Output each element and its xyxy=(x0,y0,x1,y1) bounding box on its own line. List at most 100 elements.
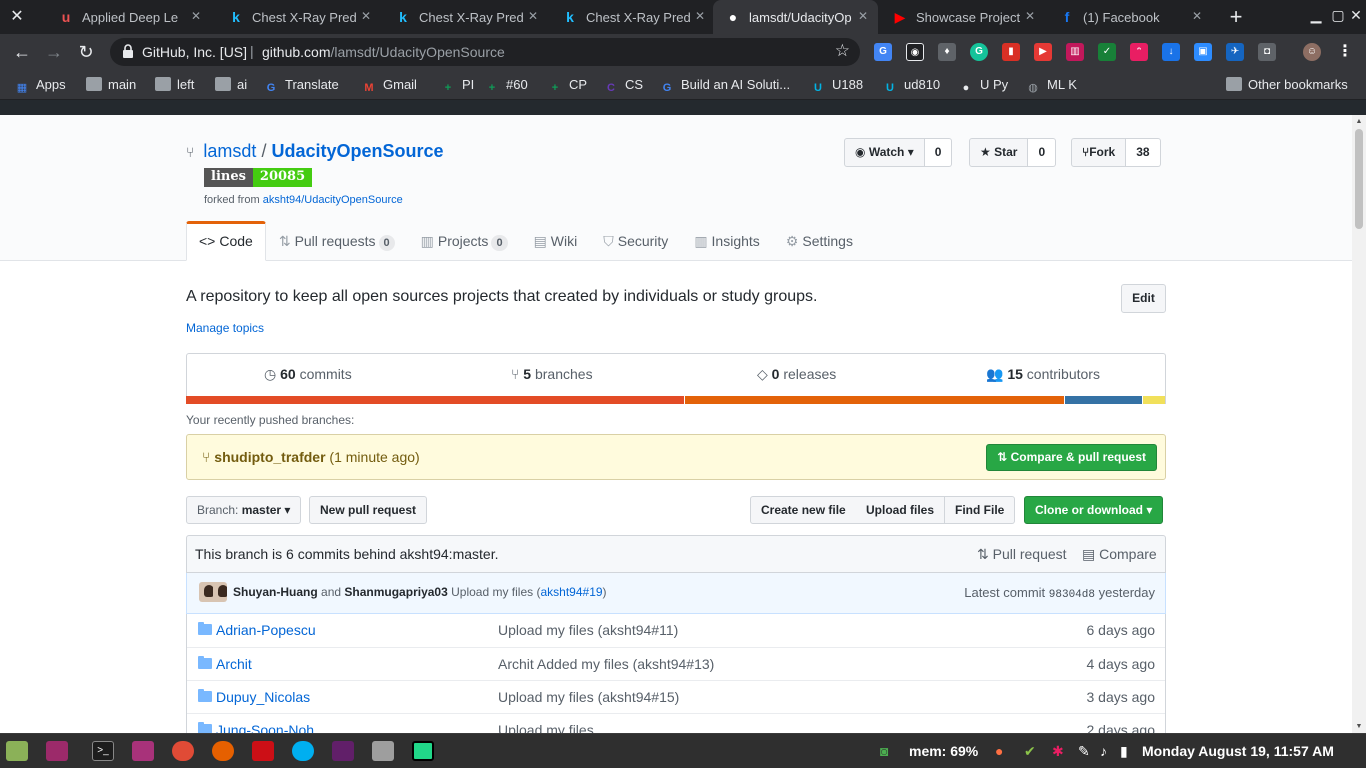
scrollbar-thumb[interactable] xyxy=(1355,129,1363,229)
clone-download-button[interactable]: Clone or download ▾ xyxy=(1024,496,1164,524)
fork-button[interactable]: ⑂Fork xyxy=(1071,138,1127,167)
repo-name-link[interactable]: UdacityOpenSource xyxy=(271,141,443,161)
commit-message-link[interactable]: Upload my files xyxy=(498,722,594,733)
mint-menu-icon[interactable] xyxy=(6,741,28,761)
browser-tab[interactable]: u Applied Deep Le ✕ xyxy=(46,0,211,34)
update-tray-icon[interactable]: ◙ xyxy=(880,743,888,759)
grammarly-icon[interactable]: G xyxy=(970,43,988,61)
commit-message-link[interactable]: Upload my files (aksht94#15) xyxy=(498,689,679,705)
screenshot-extension-icon[interactable]: ◘ xyxy=(1258,43,1276,61)
forked-from-link[interactable]: aksht94/UdacityOpenSource xyxy=(263,194,403,206)
browser-tab[interactable]: f (1) Facebook ✕ xyxy=(1047,0,1212,34)
close-tab-icon[interactable]: ✕ xyxy=(1025,9,1035,23)
files-icon[interactable] xyxy=(132,741,154,761)
file-name-link[interactable]: Archit xyxy=(216,656,252,672)
browser-tab[interactable]: k Chest X-Ray Pred ✕ xyxy=(216,0,381,34)
tab-insights[interactable]: ▥ Insights xyxy=(681,221,772,261)
bookmark-item[interactable]: U U188 xyxy=(810,77,863,94)
maximize-icon[interactable]: ▢ xyxy=(1328,7,1348,24)
avatar[interactable] xyxy=(213,582,227,602)
close-tab-icon[interactable]: ✕ xyxy=(528,9,538,23)
bookmark-item[interactable]: main xyxy=(86,77,136,93)
bookmark-item[interactable]: + #60 xyxy=(484,77,528,94)
zoom-extension-icon[interactable]: ▣ xyxy=(1194,43,1212,61)
opera-icon[interactable] xyxy=(252,741,274,761)
browser-tab[interactable]: k Chest X-Ray Pred ✕ xyxy=(383,0,548,34)
tray-app-icon[interactable]: ● xyxy=(995,743,1003,759)
watch-button[interactable]: ◉ Watch ▾ xyxy=(844,138,925,167)
language-segment[interactable] xyxy=(1065,396,1142,404)
star-button[interactable]: ★ Star xyxy=(969,138,1029,167)
bookmark-star-icon[interactable]: ☆ xyxy=(835,41,850,61)
firefox-icon[interactable] xyxy=(212,741,234,761)
compare-pull-request-button[interactable]: ⇅ Compare & pull request xyxy=(986,444,1157,471)
close-tab-icon[interactable]: ✕ xyxy=(858,9,868,23)
shield-extension-icon[interactable]: ✓ xyxy=(1098,43,1116,61)
bookmark-item[interactable]: C CS xyxy=(603,77,643,94)
battery-tray-icon[interactable]: ▮ xyxy=(1120,743,1128,760)
tab-security[interactable]: ⛉ Security xyxy=(590,221,681,261)
bookmark-item[interactable]: ◍ ML K xyxy=(1025,77,1077,94)
bookmark-item[interactable]: + CP xyxy=(547,77,587,94)
bookmark-item[interactable]: ▦ Apps xyxy=(14,77,66,94)
new-tab-button[interactable]: + xyxy=(1226,6,1246,28)
shield-tray-icon[interactable]: ✔ xyxy=(1024,743,1036,760)
music-tray-icon[interactable]: ♪ xyxy=(1100,743,1107,759)
other-bookmarks[interactable]: Other bookmarks xyxy=(1226,77,1348,93)
clock[interactable]: Monday August 19, 11:57 AM xyxy=(1142,743,1334,759)
close-tab-icon[interactable]: ✕ xyxy=(695,9,705,23)
language-bar[interactable] xyxy=(186,396,1166,404)
pull-request-link[interactable]: ⇅ Pull request xyxy=(977,546,1067,563)
browser-tab[interactable]: k Chest X-Ray Pred ✕ xyxy=(550,0,715,34)
camera-extension-icon[interactable]: ◉ xyxy=(906,43,924,61)
video-extension-icon[interactable]: ▶ xyxy=(1034,43,1052,61)
pdf-extension-icon[interactable]: ▮ xyxy=(1002,43,1020,61)
file-name-link[interactable]: Adrian-Popescu xyxy=(216,622,316,638)
commit-author-link[interactable]: Shuyan-Huang xyxy=(233,585,318,599)
commit-pr-link[interactable]: aksht94#19 xyxy=(540,585,602,599)
close-tab-icon[interactable]: ✕ xyxy=(1192,9,1202,23)
commit-sha-link[interactable]: 98304d8 xyxy=(1049,589,1095,601)
commits-link[interactable]: ◷ 60 commits xyxy=(264,366,352,383)
watch-count[interactable]: 0 xyxy=(924,138,953,167)
scroll-up-arrow-icon[interactable]: ▲ xyxy=(1355,118,1363,125)
profile-avatar[interactable]: ☺ xyxy=(1303,43,1321,61)
language-segment[interactable] xyxy=(1143,396,1165,404)
terminal-icon[interactable]: >_ xyxy=(92,741,114,761)
back-arrow-icon[interactable]: ← xyxy=(10,40,34,64)
close-tab-icon[interactable]: ✕ xyxy=(191,9,201,23)
file-name-link[interactable]: Jung-Soon-Noh xyxy=(216,722,314,733)
contributors-link[interactable]: 👥 15 contributors xyxy=(986,366,1100,383)
slack-tray-icon[interactable]: ✱ xyxy=(1052,743,1064,760)
bookmark-item[interactable]: ai xyxy=(215,77,247,93)
reload-icon[interactable]: ↻ xyxy=(74,40,98,64)
skype-icon[interactable] xyxy=(292,741,314,761)
new-pull-request-button[interactable]: New pull request xyxy=(309,496,428,524)
plane-extension-icon[interactable]: ✈ xyxy=(1226,43,1244,61)
compare-link[interactable]: ▤ Compare xyxy=(1082,546,1157,563)
scroll-down-arrow-icon[interactable]: ▼ xyxy=(1355,723,1363,730)
cat-extension-icon[interactable]: ᵔ xyxy=(1130,43,1148,61)
translate-extension-icon[interactable]: G xyxy=(874,43,892,61)
bookmark-extension-icon[interactable]: ▥ xyxy=(1066,43,1084,61)
bookmark-item[interactable]: G Translate xyxy=(263,77,339,94)
bookmark-item[interactable]: G Build an AI Soluti... xyxy=(659,77,790,94)
browser-tab[interactable]: ● lamsdt/UdacityOp ✕ xyxy=(713,0,878,34)
page-scrollbar[interactable]: ▲ ▼ xyxy=(1352,115,1366,733)
tab-settings[interactable]: ⚙ Settings xyxy=(773,221,866,261)
address-bar[interactable]: GitHub, Inc. [US] | github.com/lamsdt/Ud… xyxy=(110,38,860,66)
language-segment[interactable] xyxy=(685,396,1064,404)
releases-link[interactable]: ◇ 0 releases xyxy=(757,366,836,383)
create-new-file-button[interactable]: Create new file xyxy=(750,496,857,524)
upload-files-button[interactable]: Upload files xyxy=(856,496,946,524)
find-file-button[interactable]: Find File xyxy=(945,496,1016,524)
bulb-extension-icon[interactable]: ♦ xyxy=(938,43,956,61)
close-icon[interactable]: ✕ xyxy=(1346,7,1366,24)
commit-message-link[interactable]: Upload my files (aksht94#11) xyxy=(498,622,678,638)
bookmark-item[interactable]: M Gmail xyxy=(361,77,417,94)
commit-author-link[interactable]: Shanmugapriya03 xyxy=(344,585,447,599)
fork-count[interactable]: 38 xyxy=(1126,138,1161,167)
slack-icon[interactable] xyxy=(332,741,354,761)
chrome-icon[interactable] xyxy=(172,741,194,761)
desktop-icon[interactable] xyxy=(46,741,68,761)
